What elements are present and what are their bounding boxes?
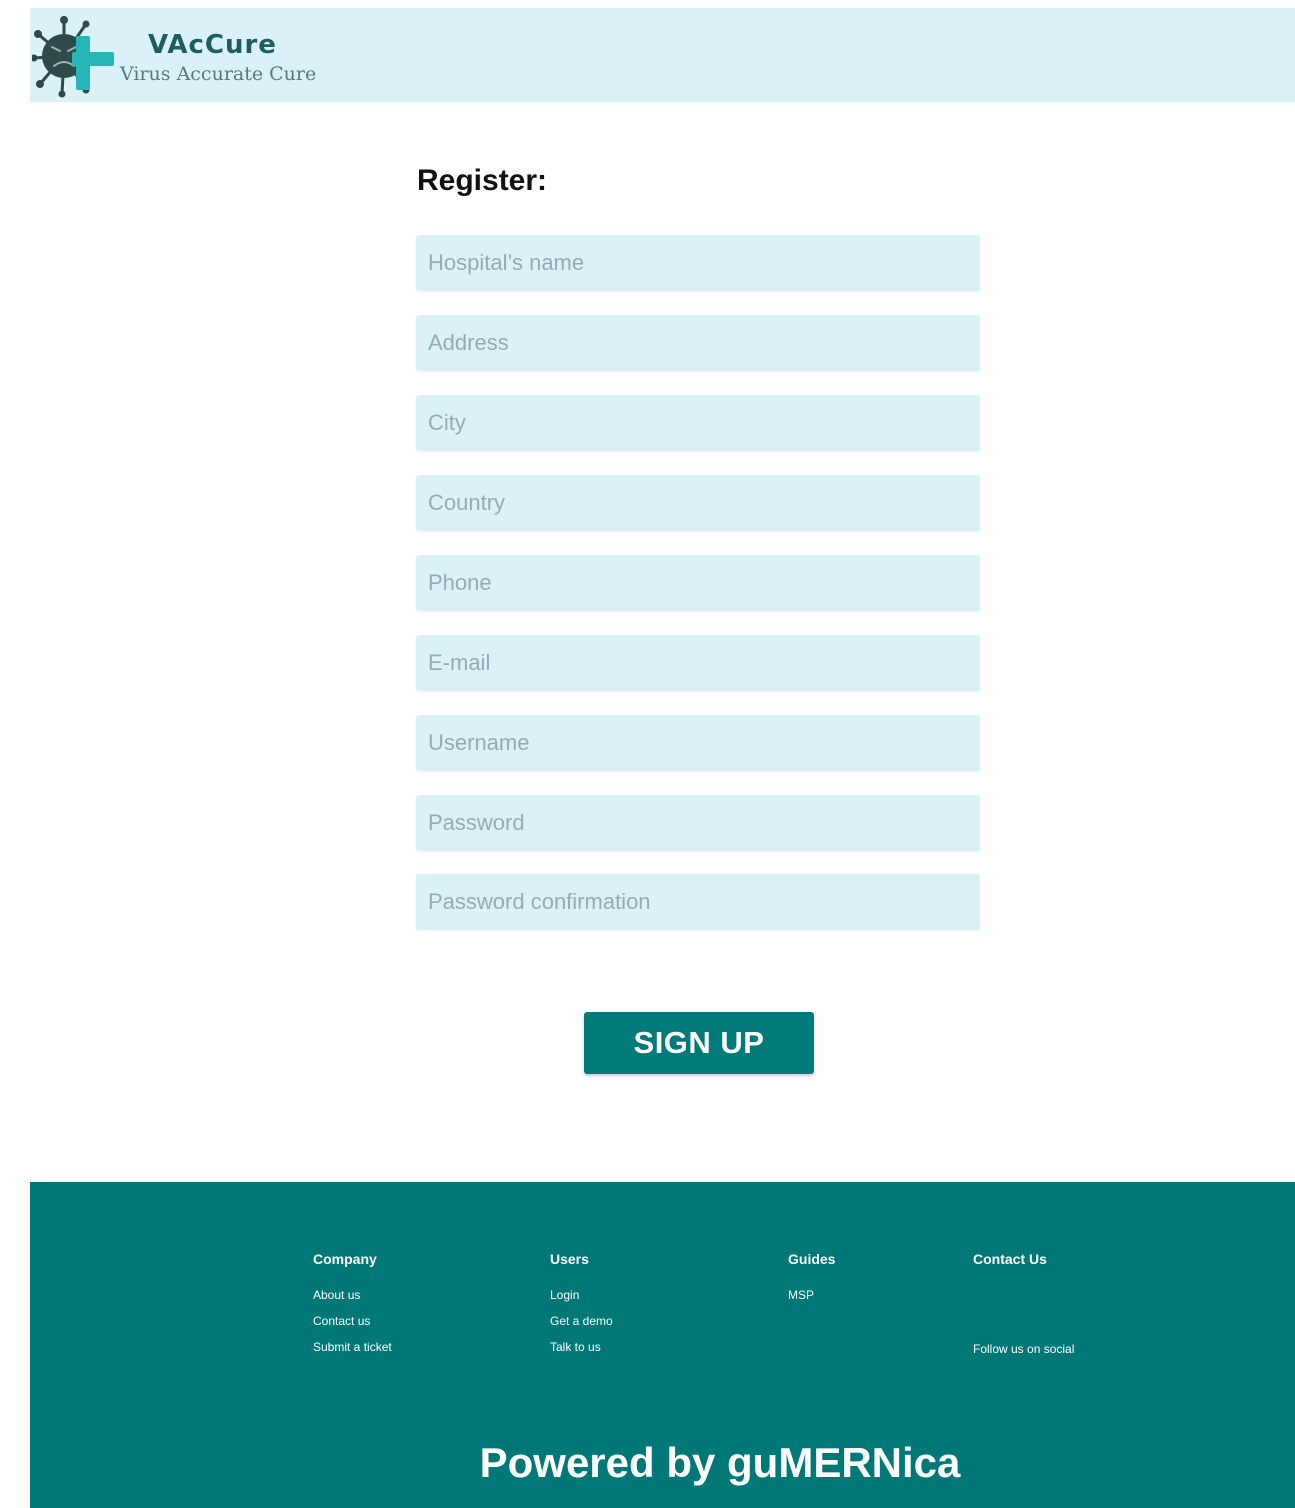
footer-link-about-us[interactable]: About us [313,1288,392,1302]
virus-cross-icon[interactable] [32,14,116,98]
sign-up-button[interactable]: SIGN UP [584,1012,814,1074]
footer-link-login[interactable]: Login [550,1288,613,1302]
register-title: Register: [417,164,548,197]
address-input[interactable] [416,315,980,371]
footer-link-contact-us[interactable]: Contact us [313,1314,392,1328]
brand-tagline: Virus Accurate Cure [120,63,317,85]
footer-link-talk-to-us[interactable]: Talk to us [550,1340,613,1354]
footer-column-users: Users Login Get a demo Talk to us [550,1250,613,1366]
hospital-name-input[interactable] [416,235,980,291]
footer-column-contact: Contact Us [973,1250,1047,1288]
footer-column-company: Company About us Contact us Submit a tic… [313,1250,392,1366]
powered-by-text: Powered by guMERNica [479,1439,961,1486]
phone-input[interactable] [416,555,980,611]
password-input[interactable] [416,795,980,851]
brand-name: VAcCure [148,30,277,60]
country-input[interactable] [416,475,980,531]
footer-heading-guides: Guides [788,1251,836,1267]
password-confirmation-input[interactable] [416,874,980,930]
footer-link-submit-ticket[interactable]: Submit a ticket [313,1340,392,1354]
footer-heading-contact-us: Contact Us [973,1251,1047,1267]
follow-us-social-text[interactable]: Follow us on social [973,1342,1074,1356]
username-input[interactable] [416,715,980,771]
page: VAcCure Virus Accurate Cure Register: SI… [0,0,1295,1508]
footer: Company About us Contact us Submit a tic… [30,1182,1295,1508]
footer-link-msp[interactable]: MSP [788,1288,835,1302]
city-input[interactable] [416,395,980,451]
header-bar: VAcCure Virus Accurate Cure [30,8,1295,102]
footer-link-get-demo[interactable]: Get a demo [550,1314,613,1328]
email-input[interactable] [416,635,980,691]
footer-column-guides: Guides MSP [788,1250,835,1314]
footer-heading-company: Company [313,1251,377,1267]
footer-heading-users: Users [550,1251,589,1267]
